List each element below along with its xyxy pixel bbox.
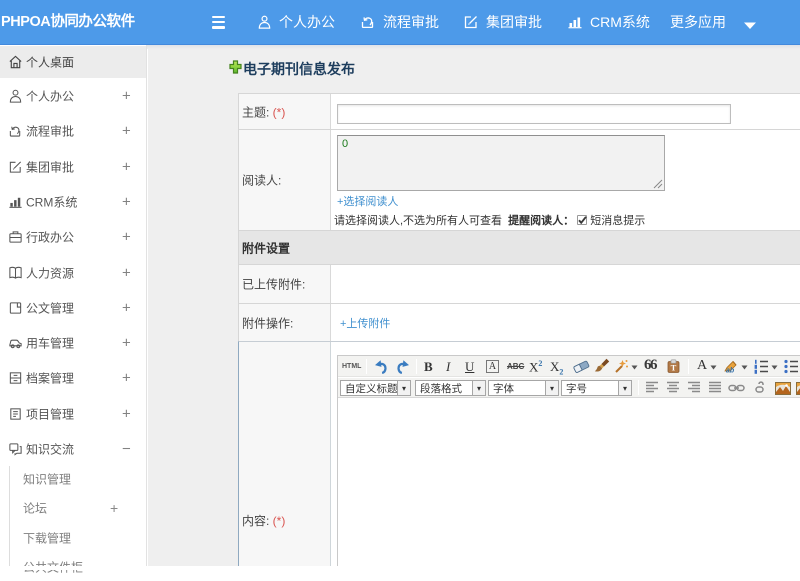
svg-text:T: T — [671, 363, 677, 373]
svg-text:ab: ab — [726, 368, 735, 375]
